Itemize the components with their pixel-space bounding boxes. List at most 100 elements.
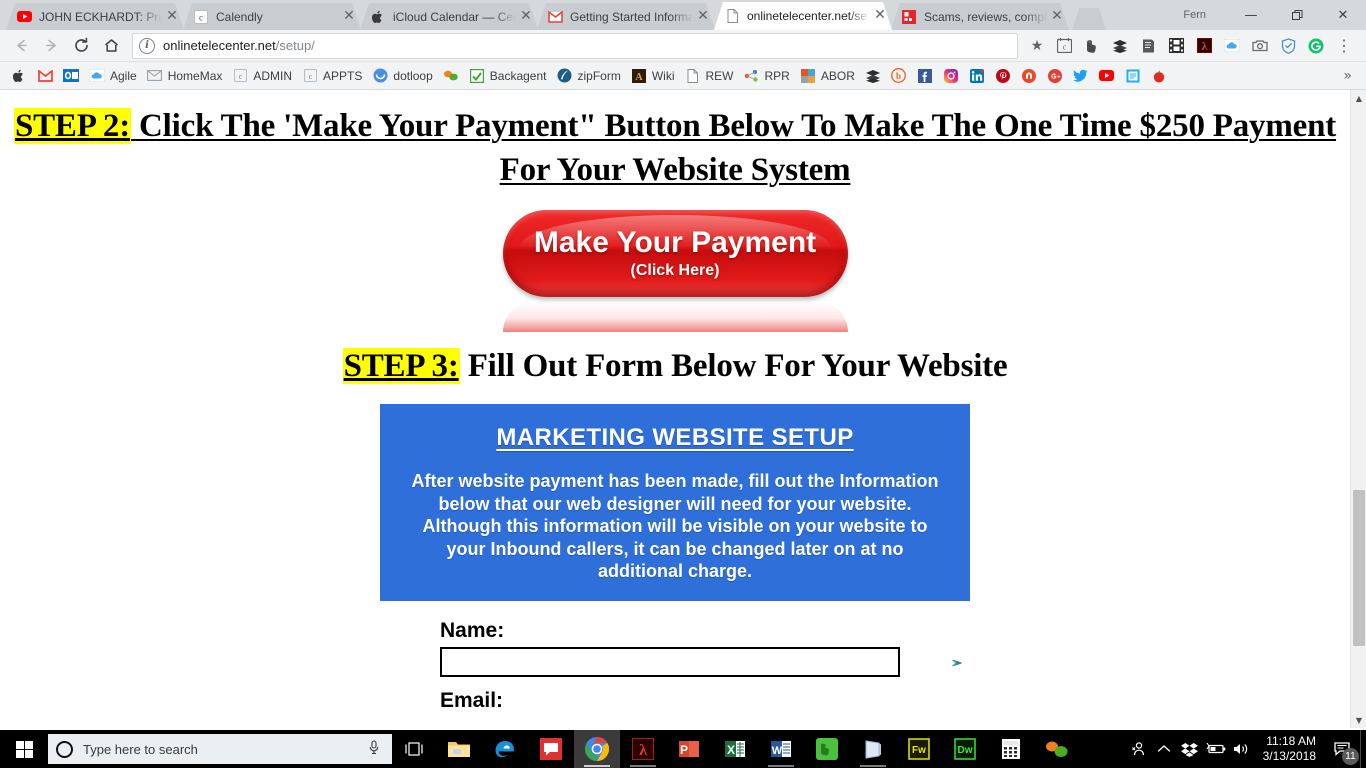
taskbar-app-file-explorer[interactable] bbox=[436, 730, 482, 768]
microphone-icon[interactable] bbox=[368, 739, 380, 759]
bookmark-dotloop[interactable]: dotloop bbox=[367, 65, 437, 87]
taskbar-app-microsoft-edge[interactable] bbox=[482, 730, 528, 768]
show-desktop-button[interactable] bbox=[1360, 730, 1366, 768]
address-bar[interactable]: i onlinetelecenter.net/setup/ bbox=[132, 32, 1018, 59]
tab-close-icon[interactable]: ✕ bbox=[695, 9, 711, 25]
browser-tab-1[interactable]: c Calendly ✕ bbox=[183, 3, 361, 30]
reload-icon[interactable] bbox=[68, 33, 94, 59]
bookmark-rpr[interactable]: RPR bbox=[739, 65, 795, 87]
maximize-button[interactable] bbox=[1274, 0, 1320, 30]
evernote-extension-icon[interactable] bbox=[1078, 32, 1106, 60]
scrollbar-thumb[interactable] bbox=[1353, 490, 1365, 646]
bookmark-facebook[interactable] bbox=[912, 65, 938, 87]
tab-close-icon[interactable]: ✕ bbox=[1049, 9, 1065, 25]
taskbar-app-excel[interactable]: X bbox=[712, 730, 758, 768]
buffer-extension-icon[interactable] bbox=[1106, 32, 1134, 60]
taskbar-app-dreamweaver[interactable]: Dw bbox=[942, 730, 988, 768]
bookmark-zipform[interactable]: zipForm bbox=[552, 65, 626, 87]
tab-close-icon[interactable]: ✕ bbox=[164, 9, 180, 25]
bookmark-appts[interactable]: c APPTS bbox=[297, 65, 367, 87]
tab-close-icon[interactable]: ✕ bbox=[518, 9, 534, 25]
bookmark-twitter[interactable] bbox=[1068, 65, 1094, 87]
forward-arrow-icon[interactable] bbox=[38, 33, 64, 59]
home-icon[interactable] bbox=[98, 33, 124, 59]
icloud-extension-icon[interactable] bbox=[1218, 32, 1246, 60]
taskbar-search-box[interactable]: Type here to search bbox=[48, 734, 392, 764]
bookmark-bitly[interactable]: b bbox=[886, 65, 912, 87]
browser-tab-3[interactable]: Getting Started Informa ✕ bbox=[537, 3, 715, 30]
start-button[interactable] bbox=[0, 730, 48, 768]
bookmark-pinterest[interactable] bbox=[990, 65, 1016, 87]
site-info-icon[interactable]: i bbox=[139, 37, 155, 54]
bookmark-buffer[interactable] bbox=[860, 65, 886, 87]
bookmark-greenpills[interactable] bbox=[438, 65, 464, 87]
battery-icon[interactable] bbox=[1203, 730, 1229, 768]
tab-strip: JOHN ECKHARDT: Praye ✕ c Calendly ✕ iClo… bbox=[0, 0, 1366, 30]
grammarly-extension-icon[interactable] bbox=[1302, 32, 1330, 60]
taskbar-app-calculator[interactable] bbox=[988, 730, 1034, 768]
chrome-menu-icon[interactable]: ⋮ bbox=[1330, 32, 1358, 60]
bookmark-agile[interactable]: Agile bbox=[84, 65, 142, 87]
task-view-icon[interactable] bbox=[392, 730, 436, 768]
page-scrollbar[interactable]: ▲ ▼ bbox=[1350, 90, 1366, 728]
taskbar-app-messaging[interactable] bbox=[528, 730, 574, 768]
textarea-resize-handle-icon[interactable] bbox=[949, 656, 963, 670]
taskbar-app-fireworks[interactable]: Fw bbox=[896, 730, 942, 768]
people-icon[interactable] bbox=[1125, 730, 1151, 768]
taskbar-app-evernote[interactable] bbox=[804, 730, 850, 768]
browser-tab-4-active[interactable]: onlinetelecenter.net/se ✕ bbox=[714, 2, 892, 30]
bookmark-abor[interactable]: ABOR bbox=[795, 65, 860, 87]
bookmark-homemax[interactable]: HomeMax bbox=[142, 65, 228, 87]
taskbar-app-sticky-notes[interactable] bbox=[850, 730, 896, 768]
bookmark-linkedin[interactable] bbox=[964, 65, 990, 87]
screenshot-extension-icon[interactable] bbox=[1246, 32, 1274, 60]
profile-name[interactable]: Fern bbox=[1183, 9, 1206, 21]
bookmark-instagram[interactable] bbox=[938, 65, 964, 87]
dropbox-icon[interactable] bbox=[1177, 730, 1203, 768]
browser-tab-0[interactable]: JOHN ECKHARDT: Praye ✕ bbox=[6, 3, 184, 30]
bookmark-gmail[interactable] bbox=[32, 65, 58, 87]
bookmark-star-icon[interactable]: ★ bbox=[1024, 33, 1050, 59]
adobe-acrobat-extension-icon[interactable]: λ bbox=[1190, 32, 1218, 60]
bookmark-wiki[interactable]: A Wiki bbox=[626, 65, 680, 87]
taskbar-app-google-chrome[interactable] bbox=[574, 730, 620, 768]
shield-extension-icon[interactable] bbox=[1274, 32, 1302, 60]
tab-close-icon[interactable]: ✕ bbox=[341, 9, 357, 25]
bookmark-tomato[interactable] bbox=[1146, 65, 1172, 87]
name-input[interactable] bbox=[440, 646, 900, 677]
notification-count-badge: 11 bbox=[1342, 748, 1359, 765]
close-button[interactable]: ✕ bbox=[1320, 0, 1366, 30]
bookmark-googleplus[interactable] bbox=[1042, 65, 1068, 87]
video-extension-icon[interactable] bbox=[1162, 32, 1190, 60]
volume-icon[interactable] bbox=[1229, 730, 1255, 768]
browser-tab-5[interactable]: Scams, reviews, compla ✕ bbox=[891, 3, 1069, 30]
bookmark-backagent[interactable]: Backagent bbox=[464, 65, 552, 87]
tab-close-icon[interactable]: ✕ bbox=[872, 8, 888, 24]
taskbar-app-word[interactable]: W bbox=[758, 730, 804, 768]
bookmark-outlook[interactable] bbox=[58, 65, 84, 87]
taskbar-clock[interactable]: 11:18 AM 3/13/2018 bbox=[1255, 734, 1326, 764]
show-hidden-icons-icon[interactable] bbox=[1151, 730, 1177, 768]
make-your-payment-button[interactable]: Make Your Payment (Click Here) bbox=[502, 210, 848, 297]
bookmark-stumbleupon[interactable] bbox=[1016, 65, 1042, 87]
svg-text:A: A bbox=[635, 72, 643, 83]
scroll-up-arrow-icon[interactable]: ▲ bbox=[1351, 90, 1366, 106]
taskbar-app-powerpoint[interactable]: P bbox=[666, 730, 712, 768]
step-2-text: Click The 'Make Your Payment" Button Bel… bbox=[131, 108, 1337, 188]
reader-extension-icon[interactable] bbox=[1134, 32, 1162, 60]
bookmark-youtube[interactable] bbox=[1094, 65, 1120, 87]
new-tab-button[interactable] bbox=[1072, 8, 1106, 30]
taskbar-app-adobe-acrobat[interactable]: λ bbox=[620, 730, 666, 768]
taskbar-app-pills[interactable] bbox=[1034, 730, 1080, 768]
bookmark-apple[interactable] bbox=[6, 65, 32, 87]
notification-center-button[interactable]: 11 bbox=[1326, 730, 1360, 768]
bookmark-admin[interactable]: c ADMIN bbox=[227, 65, 297, 87]
bookmark-rew[interactable]: REW bbox=[680, 65, 739, 87]
browser-tab-2[interactable]: iCloud Calendar — Cen ✕ bbox=[360, 3, 538, 30]
minimize-button[interactable]: — bbox=[1228, 0, 1274, 30]
calendly-extension-icon[interactable]: c bbox=[1050, 32, 1078, 60]
back-arrow-icon[interactable] bbox=[8, 33, 34, 59]
scroll-down-arrow-icon[interactable]: ▼ bbox=[1351, 712, 1366, 728]
bookmarks-overflow-icon[interactable]: » bbox=[1335, 68, 1360, 84]
bookmark-evernote-note[interactable] bbox=[1120, 65, 1146, 87]
